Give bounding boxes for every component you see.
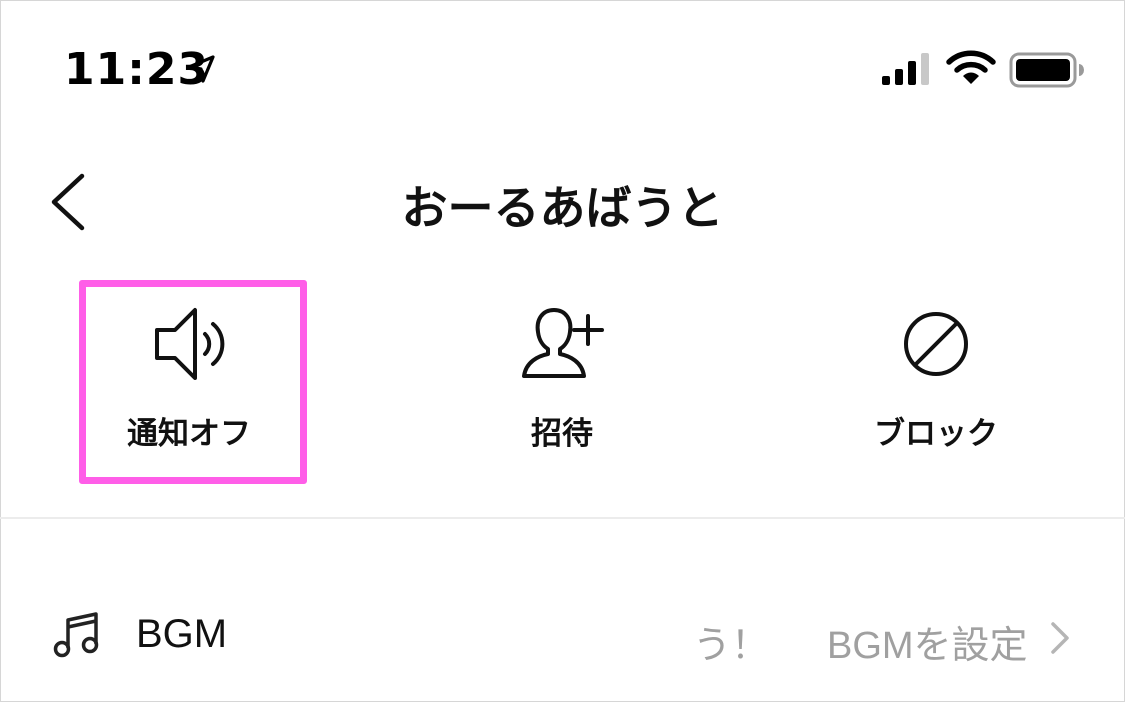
battery-icon [1009,52,1084,88]
music-note-icon [53,612,99,658]
add-person-icon [522,308,604,378]
bgm-title: BGM [136,612,228,656]
invite-button[interactable]: 招待 [452,280,672,476]
location-arrow-icon [187,55,215,83]
invite-label: 招待 [531,416,593,452]
wifi-icon [946,50,996,84]
speaker-icon [155,308,225,380]
block-icon [904,312,968,376]
bgm-track-marquee: う！ [695,614,775,666]
page-title: おーるあばうと [401,181,724,235]
block-button[interactable]: ブロック [826,280,1046,476]
block-label: ブロック [874,416,998,452]
bgm-row[interactable]: BGM う！ BGMを設定 [0,590,1125,686]
bgm-value-text: BGMを設定 [827,625,1028,666]
bgm-track-text: う！ [695,625,769,666]
chevron-right-icon [1051,622,1069,654]
section-divider [0,517,1125,519]
mute-notifications-button[interactable]: 通知オフ [79,280,299,476]
bgm-value: BGMを設定 [827,614,1030,666]
signal-icon [882,53,929,85]
mute-notifications-label: 通知オフ [127,416,251,452]
